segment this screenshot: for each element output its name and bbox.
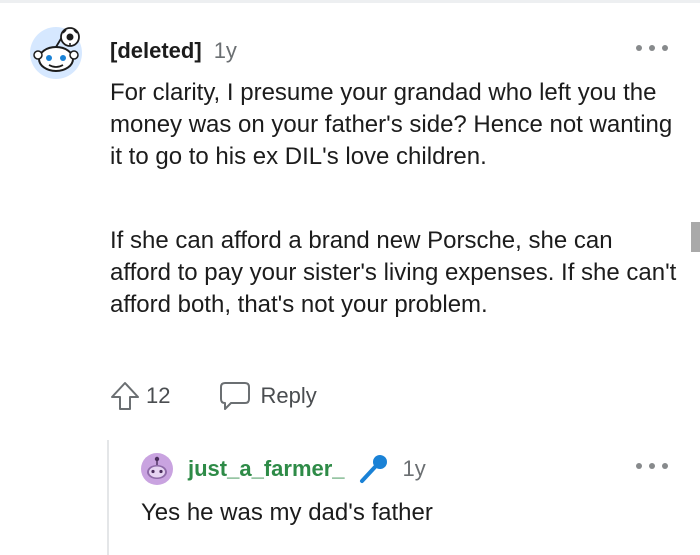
reply-button[interactable]: Reply — [218, 380, 317, 412]
upvote-arrow-icon — [111, 382, 139, 410]
reply-author[interactable]: just_a_farmer_ — [188, 456, 345, 482]
more-options-icon[interactable] — [636, 38, 668, 58]
comment-meta: [deleted] 1y — [110, 37, 237, 65]
scrollbar-thumb[interactable] — [691, 222, 700, 252]
divider — [0, 0, 700, 3]
more-options-icon[interactable] — [636, 456, 668, 476]
avatar[interactable] — [28, 25, 84, 81]
comment-paragraph: For clarity, I presume your grandad who … — [110, 79, 673, 170]
comment-thread: [deleted] 1y For clarity, I presume your… — [0, 0, 700, 555]
snoo-avatar-icon — [30, 27, 82, 79]
avatar[interactable] — [141, 453, 173, 485]
comment-paragraph: If she can afford a brand new Porsche, s… — [110, 227, 677, 318]
comment-actions: 12 Reply — [108, 378, 317, 414]
snoo-avatar-icon — [141, 453, 173, 485]
upvote-count: 12 — [146, 383, 171, 408]
reply-body: Yes he was my dad's father — [141, 499, 433, 526]
thread-line[interactable] — [107, 440, 109, 555]
upvote-button[interactable]: 12 — [108, 379, 170, 413]
speech-bubble-icon — [220, 382, 251, 410]
reply-label: Reply — [260, 383, 317, 408]
comment-age: 1y — [213, 38, 237, 63]
comment-author[interactable]: [deleted] — [110, 38, 202, 64]
microphone-icon — [357, 454, 389, 484]
reply-meta: just_a_farmer_ 1y — [188, 455, 426, 483]
reply-age: 1y — [402, 456, 426, 481]
